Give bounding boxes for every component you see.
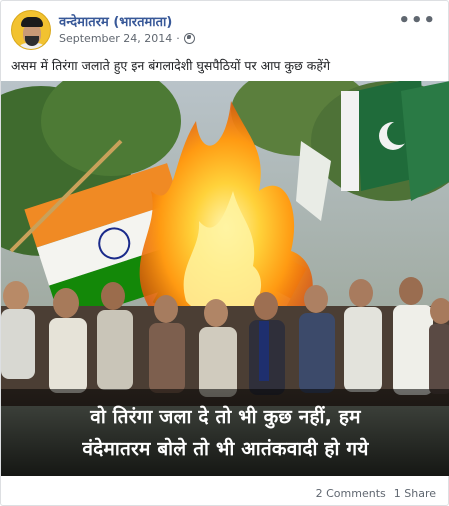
post-caption: असम में तिरंगा जलाते हुए इन बंगलादेशी घु… [11,58,331,73]
meta-separator: · [176,32,180,45]
pak-flag-1-white [341,91,359,191]
post-date[interactable]: September 24, 2014 [59,32,172,45]
author-name[interactable]: वन्देमातरम (भारतमाता) [59,12,172,30]
blue-garment [259,321,269,381]
comments-count-link[interactable]: 2 Comments [316,487,386,500]
photo-overlay-line2: वंदेमातरम बोले तो भी आतंकवादी हो गये [82,438,369,460]
more-options-icon[interactable]: ••• [398,10,436,31]
post-meta: September 24, 2014 · [59,32,195,45]
post-stats: 2 Comments 1 Share [316,487,436,500]
globe-icon[interactable] [183,33,195,44]
photo-overlay-line1: वो तिरंगा जला दे तो भी कुछ नहीं, हम [90,406,361,428]
avatar-cap [21,17,43,27]
shares-count-link[interactable]: 1 Share [394,487,436,500]
post-card: वन्देमातरम (भारतमाता) September 24, 2014… [0,0,449,506]
author-avatar[interactable] [11,10,51,50]
post-photo[interactable]: वो तिरंगा जला दे तो भी कुछ नहीं, हम वंदे… [1,81,449,476]
